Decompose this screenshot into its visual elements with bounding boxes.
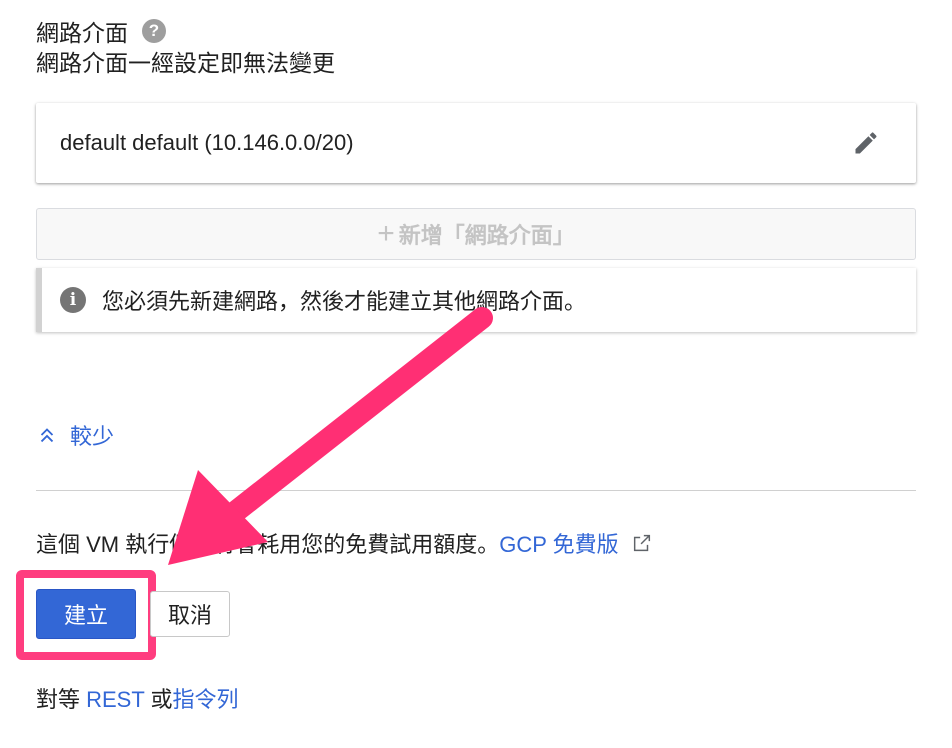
show-less-label: 較少 [70, 424, 115, 449]
section-title-text: 網路介面 [36, 20, 128, 46]
plus-icon: + [377, 217, 395, 250]
cancel-button[interactable]: 取消 [150, 591, 230, 637]
network-interfaces-title: 網路介面 ? [36, 14, 166, 48]
equivalent-command-line: 對等 REST 或指令列 [36, 682, 239, 714]
equivalent-or: 或 [144, 687, 173, 712]
rest-link[interactable]: REST [86, 687, 144, 712]
network-interface-text: default default (10.146.0.0/20) [60, 130, 354, 155]
add-button-label: 新增「網路介面」 [398, 223, 575, 248]
free-tier-notice: 這個 VM 執行個體將會耗用您的免費試用額度。 GCP 免費版 [36, 527, 653, 559]
network-interface-card[interactable]: default default (10.146.0.0/20) [36, 103, 916, 183]
info-icon: i [60, 287, 86, 313]
section-subtitle: 網路介面一經設定即無法變更 [36, 50, 335, 76]
create-button[interactable]: 建立 [36, 589, 136, 639]
external-link-icon[interactable] [631, 532, 653, 554]
chevron-up-double-icon [40, 428, 54, 443]
info-message-text: 您必須先新建網路，然後才能建立其他網路介面。 [102, 289, 587, 314]
help-icon[interactable]: ? [142, 19, 166, 43]
show-less-link[interactable]: 較少 [36, 419, 114, 451]
free-tier-text: 這個 VM 執行個體將會耗用您的免費試用額度。 [36, 532, 500, 557]
equivalent-prefix: 對等 [36, 687, 87, 712]
pencil-icon[interactable] [852, 129, 880, 157]
command-line-link[interactable]: 指令列 [173, 687, 239, 712]
gcp-free-tier-link[interactable]: GCP 免費版 [499, 527, 618, 559]
divider [36, 490, 916, 491]
add-network-interface-button[interactable]: + 新增「網路介面」 [36, 208, 916, 260]
info-message-box: i 您必須先新建網路，然後才能建立其他網路介面。 [36, 268, 916, 332]
